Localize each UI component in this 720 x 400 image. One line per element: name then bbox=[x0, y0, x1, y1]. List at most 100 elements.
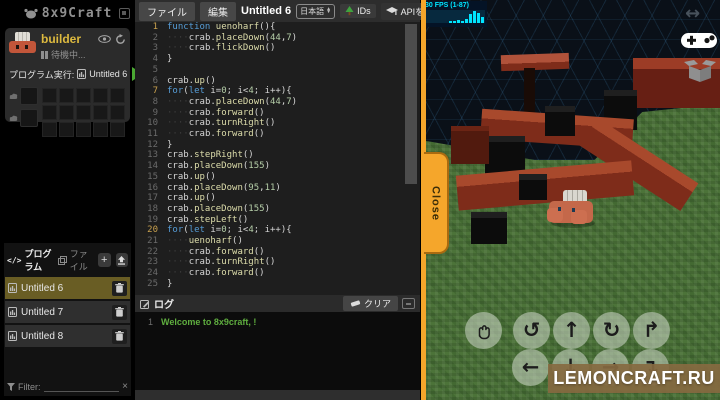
delete-program-button[interactable] bbox=[112, 304, 127, 320]
filter-label: Filter: bbox=[18, 381, 41, 392]
delete-program-button[interactable] bbox=[112, 280, 127, 296]
editor-bottom-strip bbox=[135, 390, 420, 400]
code-text: } bbox=[167, 139, 173, 150]
program-list-item[interactable]: Untitled 7 bbox=[5, 301, 130, 323]
ids-label: IDs bbox=[357, 6, 371, 16]
control-rotate-left-button[interactable]: ↺ bbox=[513, 312, 550, 349]
delete-program-button[interactable] bbox=[112, 328, 127, 344]
inventory-slot[interactable] bbox=[93, 122, 108, 137]
clear-log-label: クリア bbox=[363, 299, 391, 309]
equipment-slot[interactable] bbox=[20, 109, 38, 127]
scrollbar-thumb[interactable] bbox=[405, 24, 417, 184]
watermark: LEMONCRAFT.RU bbox=[548, 364, 720, 393]
inventory-slot[interactable] bbox=[93, 88, 108, 103]
clear-log-button[interactable]: クリア bbox=[342, 296, 398, 311]
close-drawer-tab[interactable]: Close bbox=[424, 152, 449, 254]
code-text: ····crab.forward() bbox=[167, 107, 265, 118]
grab-hand-icon bbox=[474, 321, 494, 341]
log-title: ログ bbox=[154, 300, 174, 311]
line-number: 12 bbox=[147, 139, 158, 150]
voxel-block bbox=[471, 212, 507, 244]
line-number: 8 bbox=[152, 96, 158, 107]
inventory-slot[interactable] bbox=[110, 105, 125, 120]
line-number: 2 bbox=[152, 32, 158, 43]
inventory-slot[interactable] bbox=[76, 88, 91, 103]
move-left-icon: ← bbox=[521, 355, 540, 379]
inventory-slot[interactable] bbox=[110, 88, 125, 103]
control-step-up-button[interactable]: ↱ bbox=[633, 312, 670, 349]
equipment-slots bbox=[9, 87, 38, 137]
code-text: ····crab.flickDown() bbox=[167, 43, 276, 54]
editor-scrollbar[interactable] bbox=[405, 24, 417, 292]
move-forward-icon: ↑ bbox=[562, 318, 581, 342]
program-name: Untitled 8 bbox=[21, 330, 64, 342]
line-number: 24 bbox=[147, 268, 158, 279]
code-text: ····crab.forward() bbox=[167, 129, 265, 140]
resize-icon[interactable]: ↔ bbox=[685, 3, 700, 24]
fps-text: 30 FPS (1-87) bbox=[425, 2, 469, 9]
inventory-slot[interactable] bbox=[42, 105, 57, 120]
character-card: builder 待機中... プログラム実行: Untitled 6 bbox=[5, 28, 146, 137]
upload-button[interactable] bbox=[115, 253, 129, 267]
crab-avatar bbox=[9, 32, 36, 56]
code-text: crab.up() bbox=[167, 193, 216, 204]
inventory-slot[interactable] bbox=[59, 105, 74, 120]
rotate-right-icon: ↻ bbox=[602, 318, 621, 342]
voxel-block bbox=[485, 136, 525, 174]
line-number: 15 bbox=[147, 171, 158, 182]
crab-logo-icon bbox=[23, 8, 39, 19]
program-list-item[interactable]: Untitled 8 bbox=[5, 325, 130, 347]
filter-input[interactable] bbox=[43, 381, 120, 392]
inventory-slot[interactable] bbox=[76, 105, 91, 120]
language-select[interactable]: 日本語 ▲ ▼ bbox=[296, 3, 336, 19]
tab-files[interactable]: ファイル bbox=[57, 247, 93, 273]
fps-graph bbox=[425, 10, 485, 23]
ids-button[interactable]: IDs bbox=[340, 4, 376, 18]
line-number: 7 bbox=[152, 86, 158, 97]
line-number: 17 bbox=[147, 193, 158, 204]
edit-menu[interactable]: 編集 bbox=[200, 1, 236, 21]
clear-filter-icon[interactable]: × bbox=[122, 381, 128, 392]
rotate-left-icon: ↺ bbox=[522, 318, 541, 342]
inventory-slot[interactable] bbox=[93, 105, 108, 120]
box-icon[interactable] bbox=[683, 56, 717, 89]
gamepad-icon[interactable] bbox=[679, 28, 719, 57]
copy-icon bbox=[57, 255, 67, 265]
code-editor[interactable]: 1 function uenoharf(){2 ····crab.placeDown… bbox=[135, 22, 420, 295]
control-grab-hand-button[interactable] bbox=[465, 312, 502, 349]
log-edit-icon bbox=[140, 299, 150, 309]
inventory-slot[interactable] bbox=[76, 122, 91, 137]
controls-row-1: ↺ ↑ ↻ ↱ bbox=[465, 312, 670, 349]
equipment-slot[interactable] bbox=[20, 87, 38, 105]
control-move-forward-button[interactable]: ↑ bbox=[553, 312, 590, 349]
program-list: Untitled 6 Untitled 7 Untitled 8 bbox=[4, 277, 131, 347]
game-viewport[interactable]: 30 FPS (1-87) ↔ Close ↺↑↻↱ ←↓→↴ LEMONCRA… bbox=[421, 0, 720, 400]
add-program-button[interactable]: + bbox=[98, 253, 111, 267]
document-title: Untitled 6 bbox=[241, 5, 292, 17]
inventory-slot[interactable] bbox=[110, 122, 125, 137]
program-list-item[interactable]: Untitled 6 bbox=[5, 277, 130, 299]
inventory-slot[interactable] bbox=[59, 88, 74, 103]
eye-icon[interactable] bbox=[98, 35, 111, 43]
inventory-slot[interactable] bbox=[42, 88, 57, 103]
inventory-slot[interactable] bbox=[59, 122, 74, 137]
inventory-slot[interactable] bbox=[42, 122, 57, 137]
program-name: Untitled 6 bbox=[21, 282, 64, 294]
line-number: 4 bbox=[152, 54, 158, 65]
line-number: 1 bbox=[152, 22, 158, 32]
control-rotate-right-button[interactable]: ↻ bbox=[593, 312, 630, 349]
code-text: ····uenoharf() bbox=[167, 236, 243, 247]
control-move-left-button[interactable]: ← bbox=[512, 349, 549, 386]
popout-icon[interactable] bbox=[119, 8, 130, 19]
refresh-icon[interactable] bbox=[115, 33, 126, 45]
line-number: 21 bbox=[147, 236, 158, 247]
crab-character bbox=[547, 188, 599, 230]
character-status: 待機中... bbox=[51, 50, 86, 60]
programs-panel: </> プログラム ファイル + Untitled 6 Untitled 7 Unt… bbox=[4, 243, 131, 396]
tab-programs[interactable]: </> プログラム bbox=[7, 247, 53, 273]
collapse-log-icon[interactable] bbox=[402, 298, 415, 309]
code-text: ····crab.turnRight() bbox=[167, 118, 276, 129]
logo-bar: 8x9Craft bbox=[0, 0, 135, 26]
log-panel: ログ クリア 1 Welcome to 8x9craft, ! bbox=[135, 295, 420, 390]
file-menu[interactable]: ファイル bbox=[139, 1, 195, 21]
